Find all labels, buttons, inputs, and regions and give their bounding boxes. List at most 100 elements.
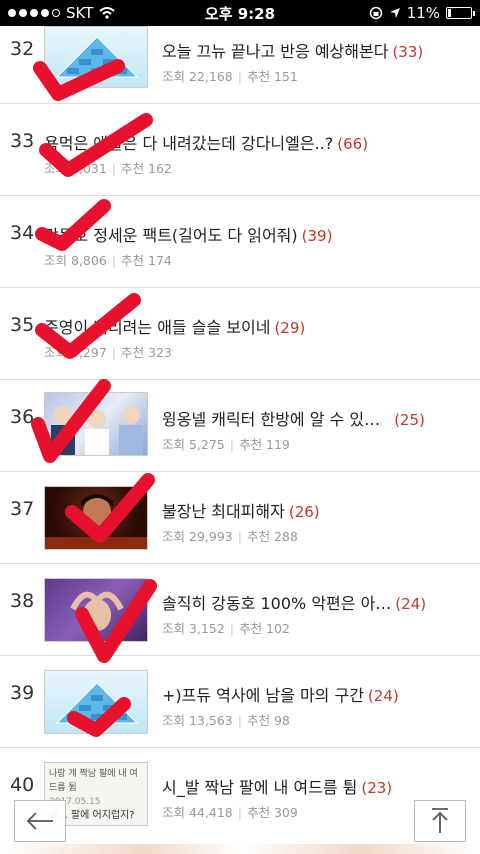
post-title[interactable]: 솔직히 강동호 100% 악편은 아… (24): [162, 590, 426, 614]
list-item[interactable]: 36 윙옹넬 캐릭터 한방에 알 수 있… (25) 조회 5,275 | 추천 11…: [0, 380, 480, 472]
list-item[interactable]: 34 강동호 정세운 팩트(길어도 다 읽어줘) (39) 조회 8,806 | 추천…: [0, 196, 480, 288]
post-title-text: +)프듀 역사에 남을 마의 구간: [162, 686, 364, 705]
recommend-label: 추천: [246, 69, 270, 84]
status-right: 11%: [369, 4, 475, 22]
recommend-label: 추천: [246, 529, 270, 544]
post-number: 34: [10, 222, 35, 244]
portrait-image: [45, 494, 147, 549]
recommend-count: 309: [273, 805, 298, 820]
post-title-text: 강동호 정세운 팩트(길어도 다 읽어줘): [44, 226, 298, 245]
status-bar: SKT 오후 9:28 11%: [0, 0, 480, 26]
post-title[interactable]: 불장난 최대피해자 (26): [162, 498, 320, 522]
views-count: 13,563: [189, 713, 233, 728]
post-meta: 조회 8,806 | 추천 174: [44, 253, 172, 268]
views-count: 29,993: [189, 529, 233, 544]
post-thumbnail[interactable]: [44, 578, 148, 642]
post-title[interactable]: 준영이 버리려는 애들 슬슬 보이네 (29): [44, 314, 305, 338]
recommend-label: 추천: [121, 345, 145, 360]
comment-count: (23): [361, 779, 393, 797]
list-item[interactable]: 35 준영이 버리려는 애들 슬슬 보이네 (29) 조회 4,297 | 추천 32…: [0, 288, 480, 380]
post-title[interactable]: 시_발 짝남 팔에 내 여드름 튐 (23): [162, 774, 392, 798]
post-number: 35: [10, 314, 35, 336]
post-title[interactable]: +)프듀 역사에 남을 마의 구간 (24): [162, 682, 399, 706]
post-number: 36: [10, 406, 35, 428]
views-label: 조회: [162, 621, 186, 636]
battery-icon: [446, 7, 475, 19]
scroll-top-button[interactable]: [414, 800, 466, 842]
post-title-text: 윙옹넬 캐릭터 한방에 알 수 있…: [162, 410, 381, 429]
post-title[interactable]: 강동호 정세운 팩트(길어도 다 읽어줘) (39): [44, 222, 332, 246]
post-number: 38: [10, 590, 35, 612]
post-thumbnail[interactable]: [44, 26, 148, 88]
recommend-label: 추천: [246, 713, 270, 728]
post-title[interactable]: 윙옹넬 캐릭터 한방에 알 수 있… (25): [162, 406, 425, 430]
post-title-text: 욕먹은 애들은 다 내려갔는데 강다니엘은..?: [44, 134, 334, 153]
views-label: 조회: [162, 713, 186, 728]
post-number: 40: [10, 774, 35, 796]
views-count: 8,806: [71, 253, 107, 268]
comment-count: (24): [395, 595, 427, 613]
list-item[interactable]: 37 불장난 최대피해자 (26) 조회 29,993 | 추천 288: [0, 472, 480, 564]
post-list: 32 오늘 끄뉴 끝나고 반응 예상해본다 (33) 조회 22,168 | 추천 1…: [0, 26, 480, 840]
recommend-count: 119: [266, 437, 290, 452]
recommend-count: 162: [148, 161, 172, 176]
post-title-text: 솔직히 강동호 100% 악편은 아…: [162, 594, 392, 613]
post-title-text: 준영이 버리려는 애들 슬슬 보이네: [44, 318, 271, 337]
thumb-text-line: 나랑 걔 짝남 팔에 내 여드름 튐: [49, 769, 138, 793]
views-count: 4,297: [71, 345, 107, 360]
list-item[interactable]: 40 나랑 걔 짝남 팔에 내 여드름 튐 2017.05.15 아... 팔에…: [0, 748, 480, 840]
comment-count: (39): [301, 227, 333, 245]
list-item[interactable]: 38 솔직히 강동호 100% 악편은 아… (24) 조회 3,152 | 추천 1…: [0, 564, 480, 656]
post-meta: 조회 44,418 | 추천 309: [162, 805, 298, 820]
post-thumbnail[interactable]: [44, 486, 148, 550]
views-label: 조회: [162, 805, 186, 820]
recommend-label: 추천: [121, 253, 145, 268]
views-count: 8,031: [71, 161, 107, 176]
post-meta: 조회 8,031 | 추천 162: [44, 161, 172, 176]
post-thumbnail[interactable]: [44, 392, 148, 456]
views-label: 조회: [44, 161, 68, 176]
list-item[interactable]: 33 욕먹은 애들은 다 내려갔는데 강다니엘은..? (66) 조회 8,031…: [0, 104, 480, 196]
post-meta: 조회 22,168 | 추천 151: [162, 69, 298, 84]
views-label: 조회: [162, 529, 186, 544]
comment-count: (25): [394, 411, 425, 429]
recommend-label: 추천: [239, 437, 263, 452]
post-title-text: 시_발 짝남 팔에 내 여드름 튐: [162, 778, 358, 797]
pyramid-image: [55, 36, 139, 78]
arrow-up-icon: [432, 808, 448, 833]
recommend-count: 174: [148, 253, 172, 268]
group-photo-image: [51, 406, 143, 455]
post-meta: 조회 13,563 | 추천 98: [162, 713, 290, 728]
post-number: 37: [10, 498, 35, 520]
battery-percent: 11%: [406, 4, 440, 22]
views-label: 조회: [162, 69, 186, 84]
post-meta: 조회 5,275 | 추천 119: [162, 437, 290, 452]
rotation-lock-icon: [369, 6, 382, 20]
comment-count: (24): [367, 687, 399, 705]
post-number: 32: [10, 38, 35, 60]
recommend-count: 102: [266, 621, 290, 636]
comment-count: (66): [337, 135, 369, 153]
recommend-count: 323: [148, 345, 172, 360]
ad-banner-edge: [0, 844, 480, 854]
list-item[interactable]: 32 오늘 끄뉴 끝나고 반응 예상해본다 (33) 조회 22,168 | 추천 1…: [0, 26, 480, 104]
post-title[interactable]: 욕먹은 애들은 다 내려갔는데 강다니엘은..? (66): [44, 130, 368, 154]
list-item[interactable]: 39 +)프듀 역사에 남을 마의 구간 (24) 조회 13,563 | 추천 98: [0, 656, 480, 748]
views-count: 5,275: [189, 437, 225, 452]
heart-pose-image: [70, 591, 124, 631]
pyramid-image: [55, 682, 139, 724]
comment-count: (26): [288, 503, 320, 521]
recommend-label: 추천: [246, 805, 270, 820]
post-title-text: 오늘 끄뉴 끝나고 반응 예상해본다: [162, 42, 389, 61]
post-meta: 조회 29,993 | 추천 288: [162, 529, 298, 544]
back-button[interactable]: [14, 800, 66, 842]
views-count: 44,418: [189, 805, 233, 820]
post-title[interactable]: 오늘 끄뉴 끝나고 반응 예상해본다 (33): [162, 38, 423, 62]
post-number: 33: [10, 130, 35, 152]
post-thumbnail[interactable]: [44, 670, 148, 734]
recommend-label: 추천: [121, 161, 145, 176]
post-meta: 조회 4,297 | 추천 323: [44, 345, 172, 360]
comment-count: (33): [392, 43, 424, 61]
views-label: 조회: [44, 253, 68, 268]
views-label: 조회: [44, 345, 68, 360]
